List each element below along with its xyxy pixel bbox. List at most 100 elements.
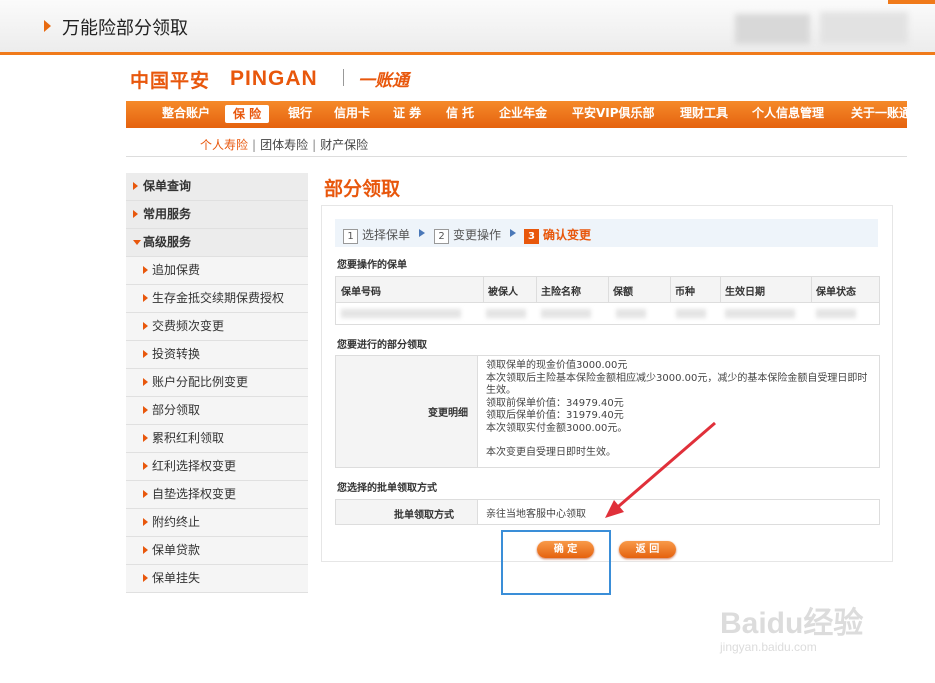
column-divider <box>720 277 721 302</box>
detail-label-cell: 变更明细 <box>336 356 478 467</box>
red-arrow-annotation <box>605 421 716 518</box>
blurred-cell <box>725 309 795 318</box>
nav-item-bank[interactable]: 银行 <box>288 101 312 128</box>
logo-en-text: PINGAN <box>230 67 318 90</box>
caret-right-icon <box>44 20 51 32</box>
caret-right-icon <box>143 462 148 470</box>
caret-right-icon <box>143 574 148 582</box>
sidebar-item-payment-frequency[interactable]: 交费频次变更 <box>126 313 308 341</box>
sidebar-item-policy-loan[interactable]: 保单贷款 <box>126 537 308 565</box>
sidebar-item-label: 账户分配比例变更 <box>152 375 249 389</box>
column-divider <box>536 277 537 302</box>
sidebar-item-rider-termination[interactable]: 附约终止 <box>126 509 308 537</box>
sidebar-item-common-services[interactable]: 常用服务 <box>126 201 308 229</box>
step-1: 1 选择保单 <box>343 226 410 244</box>
subnav-item-personal-life[interactable]: 个人寿险 <box>200 138 248 152</box>
blurred-cell <box>341 309 461 318</box>
column-header: 保额 <box>613 287 633 298</box>
caret-down-icon <box>133 240 141 245</box>
blurred-cell <box>676 309 706 318</box>
sidebar-item-label: 部分领取 <box>152 403 201 417</box>
back-button[interactable]: 返 回 <box>619 541 676 558</box>
sidebar-item-label: 投资转换 <box>152 347 201 361</box>
sidebar-item-label: 附约终止 <box>152 515 201 529</box>
detail-label: 变更明细 <box>428 408 468 419</box>
subnav-separator: | <box>252 138 257 152</box>
nav-item-credit-card[interactable]: 信用卡 <box>334 101 370 128</box>
step-label: 选择保单 <box>362 228 411 242</box>
subnav-item-property[interactable]: 财产保险 <box>320 138 368 152</box>
logo-cn-text: 中国平安 <box>130 70 211 92</box>
caret-right-icon <box>143 266 148 274</box>
page-heading: 万能险部分领取 <box>62 18 188 39</box>
sidebar-item-survival-benefit-auth[interactable]: 生存金抵交续期保费授权 <box>126 285 308 313</box>
sidebar-item-label: 追加保费 <box>152 263 201 277</box>
column-divider <box>483 277 484 302</box>
caret-right-icon <box>143 490 148 498</box>
step-3: 3 确认变更 <box>524 226 591 244</box>
blurred-cell <box>616 309 646 318</box>
column-divider <box>811 277 812 302</box>
sidebar-item-partial-withdrawal[interactable]: 部分领取 <box>126 397 308 425</box>
sidebar-item-investment-switch[interactable]: 投资转换 <box>126 341 308 369</box>
caret-right-icon <box>143 518 148 526</box>
method-value: 亲往当地客服中心领取 <box>486 509 586 520</box>
subnav-item-group-life[interactable]: 团体寿险 <box>260 138 308 152</box>
sub-nav: 个人寿险 | 团体寿险 | 财产保险 <box>200 136 368 153</box>
sidebar-item-label: 高级服务 <box>143 235 192 249</box>
logo-divider <box>343 69 344 86</box>
subnav-separator: | <box>312 138 317 152</box>
sidebar-item-label: 交费频次变更 <box>152 319 225 333</box>
blurred-cell <box>541 309 591 318</box>
title-bar: 万能险部分领取 <box>0 0 935 55</box>
nav-item-about[interactable]: 关于一账通 <box>851 101 907 128</box>
column-divider <box>670 277 671 302</box>
detail-line: 领取前保单价值：34979.40元 <box>486 397 624 409</box>
sidebar-item-policy-query[interactable]: 保单查询 <box>126 173 308 201</box>
sidebar-item-advanced-services[interactable]: 高级服务 <box>126 229 308 257</box>
caret-right-icon <box>143 322 148 330</box>
policy-table: 保单号码 被保人 主险名称 保额 币种 生效日期 保单状态 <box>335 276 880 325</box>
nav-item-personal-info[interactable]: 个人信息管理 <box>752 101 824 128</box>
blurred-cell <box>486 309 526 318</box>
nav-item-vip-club[interactable]: 平安VIP俱乐部 <box>572 101 655 128</box>
nav-item-securities[interactable]: 证 券 <box>393 101 421 128</box>
sidebar-item-add-premium[interactable]: 追加保费 <box>126 257 308 285</box>
highlight-box <box>501 530 611 595</box>
table-header: 保单号码 被保人 主险名称 保额 币种 生效日期 保单状态 <box>336 277 879 303</box>
caret-right-icon <box>143 406 148 414</box>
sidebar-item-label: 保单查询 <box>143 179 192 193</box>
column-header: 保单状态 <box>816 287 856 298</box>
sidebar-item-label: 保单贷款 <box>152 543 201 557</box>
step-arrow-icon <box>419 229 425 237</box>
sidebar-item-auto-loan-option[interactable]: 自垫选择权变更 <box>126 481 308 509</box>
sidebar-item-policy-loss-report[interactable]: 保单挂失 <box>126 565 308 593</box>
caret-right-icon <box>143 434 148 442</box>
column-header: 币种 <box>675 287 695 298</box>
sidebar-item-label: 累积红利领取 <box>152 431 225 445</box>
nav-item-trust[interactable]: 信 托 <box>446 101 474 128</box>
caret-right-icon <box>143 294 148 302</box>
caret-right-icon <box>143 378 148 386</box>
detail-line: 领取保单的现金价值3000.00元 <box>486 360 628 371</box>
sidebar-item-bonus-option[interactable]: 红利选择权变更 <box>126 453 308 481</box>
sidebar-item-allocation-change[interactable]: 账户分配比例变更 <box>126 369 308 397</box>
method-label-cell: 批单领取方式 <box>336 500 478 524</box>
watermark: Baidu经验 jingyan.baidu.com <box>720 598 863 654</box>
logo-product-text: 一账通 <box>358 71 409 91</box>
main-nav: 整合账户 保 险 银行 信用卡 证 券 信 托 企业年金 平安VIP俱乐部 理财… <box>126 101 907 128</box>
blurred-user-info <box>735 14 810 44</box>
nav-item-finance-tools[interactable]: 理财工具 <box>680 101 728 128</box>
column-header: 被保人 <box>488 287 518 298</box>
nav-item-integrated-account[interactable]: 整合账户 <box>162 101 210 128</box>
sidebar-item-bonus-withdrawal[interactable]: 累积红利领取 <box>126 425 308 453</box>
nav-item-insurance[interactable]: 保 险 <box>225 105 270 123</box>
nav-item-annuity[interactable]: 企业年金 <box>499 101 547 128</box>
method-label: 批单领取方式 <box>394 510 454 521</box>
table-row[interactable] <box>336 303 879 324</box>
step-number: 2 <box>434 229 449 244</box>
step-2: 2 变更操作 <box>434 226 501 244</box>
blurred-user-info <box>820 12 908 44</box>
detail-line: 本次领取后主险基本保险金额相应减少3000.00元，减少的基本保险金额自受理日即… <box>486 372 868 397</box>
divider <box>126 156 907 157</box>
